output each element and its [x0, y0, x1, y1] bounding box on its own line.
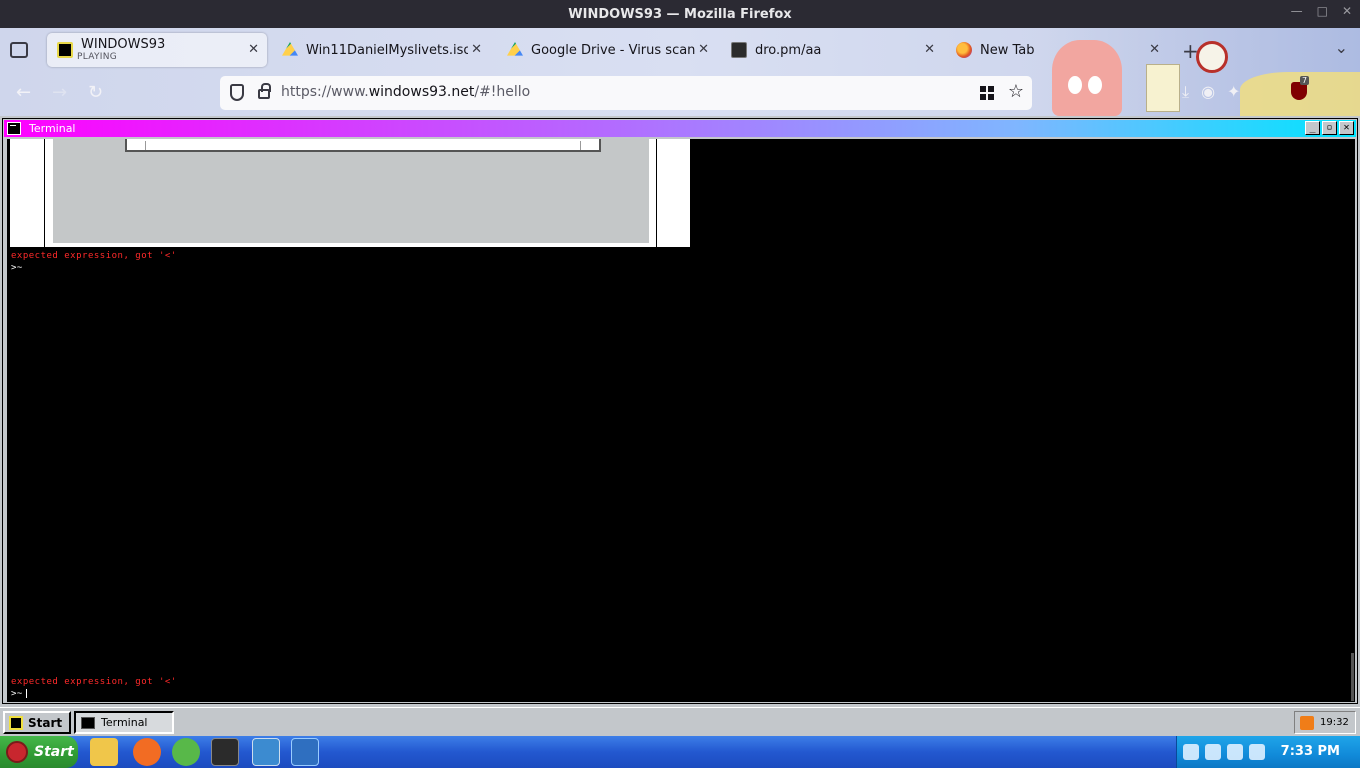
- close-icon[interactable]: ✕: [1342, 4, 1352, 18]
- tab-label: WINDOWS93: [81, 36, 166, 52]
- terminal-icon: [81, 716, 95, 729]
- nt-icon[interactable]: [291, 738, 319, 766]
- ublock-badge: 7: [1300, 76, 1310, 85]
- shield-icon[interactable]: [1183, 744, 1199, 760]
- tab-close-icon[interactable]: ✕: [471, 42, 482, 57]
- tab-label: Win11DanielMyslivets.iso -: [306, 42, 468, 58]
- start-logo-icon: [6, 741, 28, 763]
- files-icon[interactable]: [90, 738, 118, 766]
- terminal-icon[interactable]: [211, 738, 239, 766]
- minimize-button[interactable]: _: [1305, 121, 1320, 135]
- windows93-icon: [57, 42, 73, 58]
- w93-taskbar: Start Terminal 19:32: [0, 707, 1360, 736]
- url-domain: windows93.net: [368, 84, 475, 100]
- download-icon[interactable]: ⤓: [1182, 82, 1189, 102]
- tab-dro-pm[interactable]: dro.pm/aa ✕: [721, 33, 943, 67]
- account-icon[interactable]: ◉: [1201, 82, 1215, 102]
- volume-icon[interactable]: [1249, 744, 1265, 760]
- qr-grid-icon[interactable]: [980, 86, 994, 100]
- tab-label: New Tab: [980, 42, 1035, 58]
- rss-icon[interactable]: [1300, 715, 1314, 730]
- chevron-down-icon[interactable]: ⌄: [1335, 38, 1348, 57]
- calculator-icon[interactable]: [172, 738, 200, 766]
- close-button[interactable]: ✕: [1339, 121, 1354, 135]
- terminal-icon: [7, 122, 21, 135]
- terminal-window: Terminal _ ▫ ✕ expected expression, got …: [2, 118, 1358, 704]
- w93-start-label: Start: [28, 715, 63, 730]
- reload-icon[interactable]: ↻: [88, 82, 103, 103]
- tab-label: dro.pm/aa: [755, 42, 822, 58]
- maximize-button[interactable]: ▫: [1322, 121, 1337, 135]
- url-path: /#!hello: [474, 84, 531, 100]
- maximize-icon[interactable]: □: [1317, 4, 1328, 18]
- tab-label: Google Drive - Virus scan w: [531, 42, 697, 58]
- w93-tray-time: 19:32: [1320, 717, 1349, 728]
- terminal-window-title: Terminal: [29, 122, 76, 135]
- terminal-scrollbar[interactable]: [1351, 653, 1354, 701]
- w93-task-terminal[interactable]: Terminal: [74, 711, 174, 734]
- terminal-titlebar[interactable]: Terminal _ ▫ ✕: [4, 120, 1356, 137]
- tab-win11-iso[interactable]: Win11DanielMyslivets.iso - ✕: [272, 33, 490, 67]
- url-text[interactable]: https://www.windows93.net/#!hello: [281, 84, 530, 100]
- w93-start-button[interactable]: Start: [3, 711, 71, 734]
- tab-close-icon[interactable]: ✕: [248, 42, 259, 57]
- new-tab-icon[interactable]: +: [1182, 39, 1199, 63]
- os-start-button[interactable]: Start: [0, 736, 78, 768]
- terminal-icon: [731, 42, 747, 58]
- google-drive-icon: [507, 42, 523, 56]
- google-drive-icon: [282, 42, 298, 56]
- lock-icon[interactable]: [258, 83, 271, 99]
- os-start-label: Start: [34, 744, 74, 760]
- toolbar-icons: ⤓ ◉ ✦: [1182, 82, 1240, 102]
- tab-playing-label: PLAYING: [77, 52, 118, 62]
- tab-new-tab[interactable]: New Tab ✕: [946, 33, 1168, 67]
- firefox-icon[interactable]: [133, 738, 161, 766]
- tab-close-icon[interactable]: ✕: [1149, 42, 1160, 57]
- terminal-error-line: expected expression, got '<': [11, 677, 177, 687]
- tab-close-icon[interactable]: ✕: [698, 42, 709, 57]
- tracking-protection-icon[interactable]: [230, 84, 244, 101]
- browser-window-title: WINDOWS93 — Mozilla Firefox: [568, 6, 792, 22]
- url-bar[interactable]: https://www.windows93.net/#!hello ☆: [220, 76, 1032, 110]
- image-bar: [125, 139, 601, 152]
- url-prefix: https://www.: [281, 84, 369, 100]
- minimize-icon[interactable]: —: [1291, 4, 1303, 18]
- navigation-toolbar: ← → ↻ https://www.windows93.net/#!hello …: [0, 72, 1360, 116]
- bookmark-star-icon[interactable]: ☆: [1008, 81, 1024, 102]
- terminal-window-controls: _ ▫ ✕: [1305, 121, 1354, 135]
- network-icon[interactable]: [1227, 744, 1243, 760]
- forward-icon[interactable]: →: [52, 82, 67, 103]
- os-taskbar: Start 7:33 PM: [0, 736, 1360, 768]
- tab-strip: WINDOWS93 PLAYING ✕ Win11DanielMyslivets…: [0, 28, 1360, 72]
- image-inner-panel: [53, 139, 649, 243]
- back-icon[interactable]: ←: [16, 82, 31, 103]
- browser-chrome: WINDOWS93 PLAYING ✕ Win11DanielMyslivets…: [0, 28, 1360, 116]
- firefox-icon: [956, 42, 972, 58]
- tab-google-drive[interactable]: Google Drive - Virus scan w ✕: [497, 33, 717, 67]
- tab-close-icon[interactable]: ✕: [924, 42, 935, 57]
- w93-system-tray: 19:32: [1294, 711, 1356, 734]
- text-cursor: [25, 689, 27, 698]
- terminal-prompt-line: >~: [11, 263, 23, 273]
- extension-icon[interactable]: ✦: [1227, 82, 1240, 102]
- tab-windows93[interactable]: WINDOWS93 PLAYING ✕: [47, 33, 267, 67]
- terminal-error-line: expected expression, got '<': [11, 251, 177, 261]
- web-page: Terminal _ ▫ ✕ expected expression, got …: [0, 116, 1360, 736]
- waveform-icon[interactable]: [252, 738, 280, 766]
- os-system-tray: 7:33 PM: [1176, 736, 1360, 768]
- browser-titlebar: WINDOWS93 — Mozilla Firefox — □ ✕: [0, 0, 1360, 28]
- w93-task-label: Terminal: [101, 716, 148, 729]
- terminal-image-output: [10, 139, 690, 247]
- clipboard-icon[interactable]: [1205, 744, 1221, 760]
- window-controls: — □ ✕: [1291, 4, 1352, 18]
- image-frame: [44, 139, 657, 247]
- prompt-text: >~: [11, 689, 23, 699]
- firefox-view-icon[interactable]: [10, 42, 28, 58]
- terminal-output[interactable]: expected expression, got '<' >~ expected…: [7, 139, 1355, 702]
- os-clock[interactable]: 7:33 PM: [1281, 744, 1340, 759]
- windows93-icon: [9, 715, 23, 730]
- terminal-prompt-line[interactable]: >~: [11, 689, 27, 699]
